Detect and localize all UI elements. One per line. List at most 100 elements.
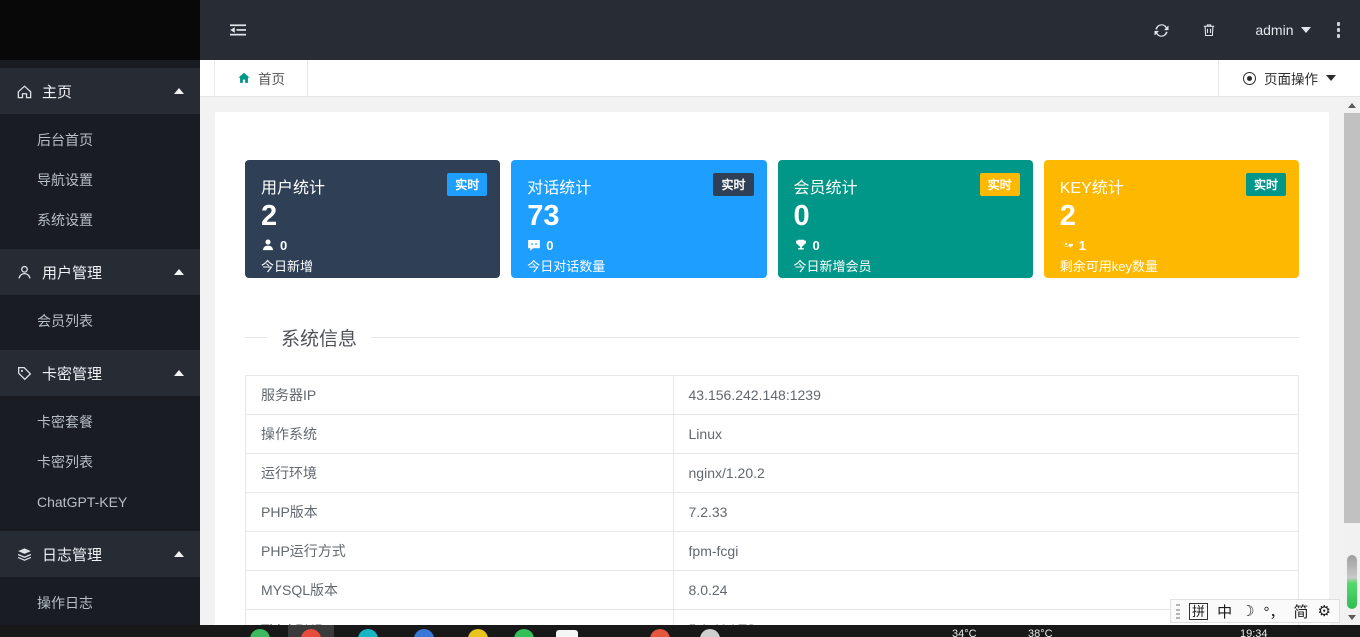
sidebar-item-card-packages[interactable]: 卡密套餐 [0,402,200,442]
taskbar-clock: 19:34 [1240,628,1268,637]
taskbar-app-icon[interactable] [650,629,670,637]
chevron-up-icon [174,370,184,376]
row-value: Linux [673,415,1298,454]
table-row: 运行环境 nginx/1.20.2 [246,454,1299,493]
system-info-heading: 系统信息 [245,324,1299,351]
chevron-down-icon [1301,27,1311,33]
table-row: ThinkPHP 5.1.41 LTS [246,610,1299,626]
logo-area [0,0,200,60]
sidebar-item-system-settings[interactable]: 系统设置 [0,200,200,240]
chat-icon [527,238,541,252]
admin-dropdown[interactable]: admin [1233,22,1324,38]
row-label: 服务器IP [246,376,674,415]
row-value: fpm-fcgi [673,532,1298,571]
sidebar-item-user-mgmt[interactable]: 用户管理 [0,249,200,295]
submenu-card-mgmt: 卡密套餐 卡密列表 ChatGPT-KEY [0,396,200,531]
sidebar-item-member-list[interactable]: 会员列表 [0,301,200,341]
topbar-actions: admin [1137,22,1360,39]
sidebar-item-label: 用户管理 [42,262,102,283]
card-value: 2 [1060,199,1283,234]
sidebar: 主页 后台首页 导航设置 系统设置 用户管理 会员列表 [0,0,200,625]
ime-pinyin-mode[interactable]: 拼 [1189,603,1208,620]
card-label: 今日新增 [261,256,484,275]
trophy-icon [794,238,808,252]
tab-home[interactable]: 首页 [214,60,308,96]
sidebar-item-backend-home[interactable]: 后台首页 [0,120,200,160]
taskbar-app-icon[interactable] [556,630,578,637]
card-value: 2 [261,199,484,234]
app-window: 主页 后台首页 导航设置 系统设置 用户管理 会员列表 [0,0,1360,637]
table-row: PHP版本 7.2.33 [246,493,1299,532]
row-label: 运行环境 [246,454,674,493]
stat-card-dialogs: 对话统计 实时 73 0 今日对话数量 [511,160,766,278]
taskbar-app-icon[interactable] [468,629,488,637]
taskbar-app-icon[interactable] [414,629,434,637]
row-value: 43.156.242.148:1239 [673,376,1298,415]
taskbar-app-icon[interactable] [514,629,534,637]
card-sub-value: 0 [813,238,820,253]
card-sub-value: 1 [1079,238,1086,253]
ime-simplified-mode[interactable]: 简 [1294,601,1309,622]
sidebar-menu: 主页 后台首页 导航设置 系统设置 用户管理 会员列表 [0,60,200,632]
submenu-user-mgmt: 会员列表 [0,295,200,350]
sidebar-item-card-list[interactable]: 卡密列表 [0,442,200,482]
card-sub-value: 0 [546,238,553,253]
system-info-table: 服务器IP 43.156.242.148:1239 操作系统 Linux 运行环… [245,375,1299,625]
key-icon [1060,238,1074,252]
sidebar-item-label: 日志管理 [42,544,102,565]
row-value: nginx/1.20.2 [673,454,1298,493]
table-row: MYSQL版本 8.0.24 [246,571,1299,610]
sidebar-item-log-mgmt[interactable]: 日志管理 [0,531,200,577]
ime-settings-gear-icon[interactable]: ⚙ [1318,602,1331,620]
realtime-badge: 实时 [447,173,487,196]
ime-halfwidth-icon[interactable]: ☽ [1241,602,1254,620]
ime-drag-handle[interactable] [1176,604,1180,619]
submenu-home: 后台首页 导航设置 系统设置 [0,114,200,249]
scroll-up-arrow[interactable] [1344,97,1360,113]
more-options-icon[interactable] [1325,22,1360,38]
sidebar-item-label: 主页 [42,81,72,102]
windows-taskbar: 34°C 38°C 19:34 [0,625,1360,637]
card-sub-value: 0 [280,238,287,253]
page-actions-label: 页面操作 [1264,68,1318,88]
taskbar-app-icon[interactable] [700,629,720,637]
ime-punctuation-mode[interactable]: °， [1264,601,1285,622]
sidebar-item-label: 卡密管理 [42,363,102,384]
vertical-scrollbar[interactable] [1344,97,1360,625]
sidebar-item-home[interactable]: 主页 [0,68,200,114]
row-value: 7.2.33 [673,493,1298,532]
breadcrumb-bar: 首页 页面操作 [200,60,1360,97]
collapse-sidebar-icon[interactable] [228,22,248,38]
page-actions-dropdown[interactable]: 页面操作 [1218,60,1360,96]
green-pill-indicator [1347,555,1357,609]
topbar: admin [200,0,1360,60]
submenu-log-mgmt: 操作日志 [0,577,200,632]
trash-icon[interactable] [1185,22,1233,38]
main-content: 用户统计 实时 2 0 今日新增 对话统计 实时 73 0 [200,97,1344,625]
scroll-down-arrow[interactable] [1344,609,1360,625]
row-label: ThinkPHP [246,610,674,626]
sidebar-item-operation-log[interactable]: 操作日志 [0,583,200,623]
ime-chinese-mode[interactable]: 中 [1217,601,1232,622]
table-row: 服务器IP 43.156.242.148:1239 [246,376,1299,415]
sidebar-item-card-mgmt[interactable]: 卡密管理 [0,350,200,396]
row-label: PHP版本 [246,493,674,532]
sidebar-item-chatgpt-key[interactable]: ChatGPT-KEY [0,482,200,522]
home-icon [237,71,251,85]
card-label: 今日对话数量 [527,256,750,275]
taskbar-app-icon[interactable] [358,629,378,637]
sidebar-item-nav-settings[interactable]: 导航设置 [0,160,200,200]
table-row: 操作系统 Linux [246,415,1299,454]
realtime-badge: 实时 [980,173,1020,196]
layers-icon [16,546,33,563]
row-label: 操作系统 [246,415,674,454]
section-title: 系统信息 [281,324,357,351]
refresh-icon[interactable] [1137,22,1185,39]
card-label: 剩余可用key数量 [1060,256,1283,275]
scrollbar-thumb[interactable] [1344,113,1360,523]
user-icon [16,264,33,281]
taskbar-app-icon[interactable] [250,629,270,637]
admin-username: admin [1255,22,1293,38]
chevron-up-icon [174,269,184,275]
tag-icon [16,365,33,382]
